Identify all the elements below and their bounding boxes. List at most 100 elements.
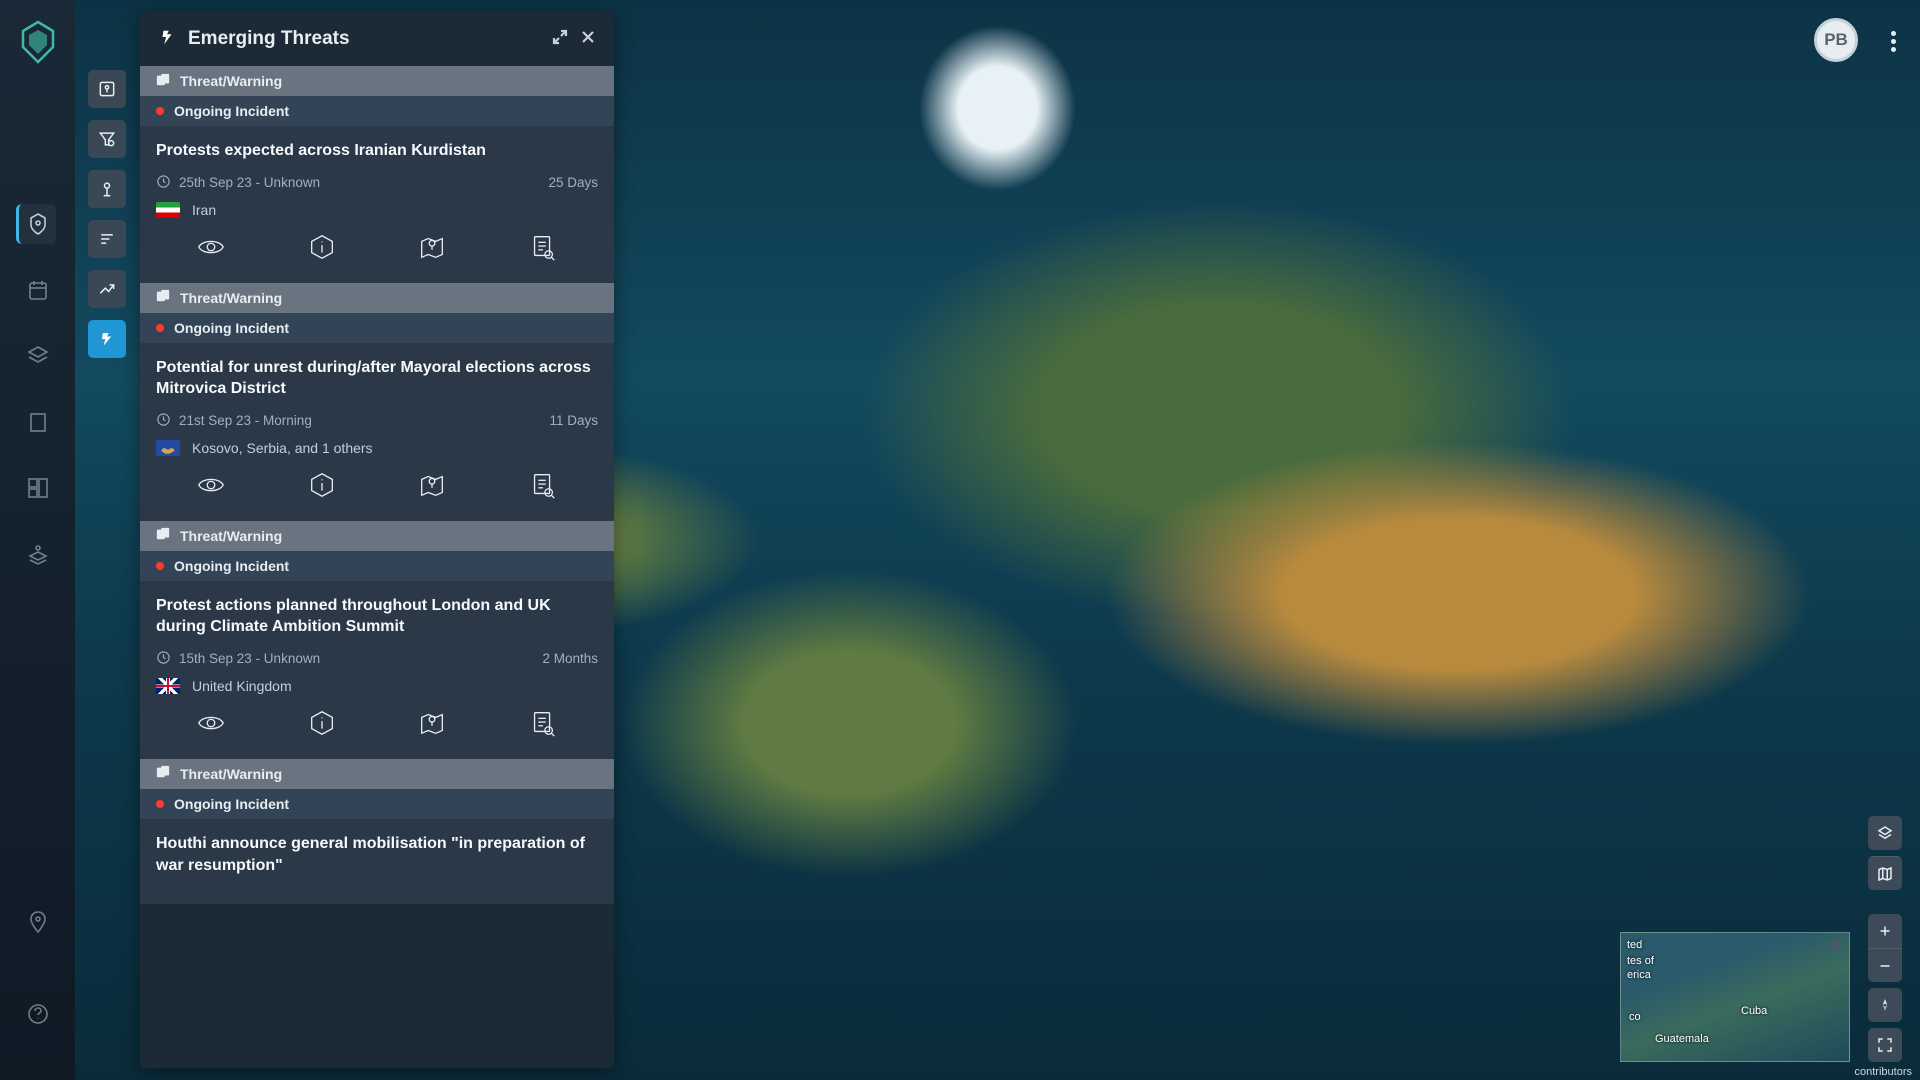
app-logo [20,20,56,64]
threat-actions [156,232,598,267]
tool-marker[interactable] [88,170,126,208]
report-button[interactable] [528,470,558,505]
layers-toggle-button[interactable] [1868,816,1902,850]
threat-status-row[interactable]: Ongoing Incident [140,96,614,126]
threat-title: Protest actions planned throughout Londo… [156,595,598,638]
country-name: Iran [192,202,216,218]
tool-filter[interactable] [88,120,126,158]
info-button[interactable] [307,708,337,743]
basemap-toggle-button[interactable] [1868,856,1902,890]
threat-actions [156,708,598,743]
info-button[interactable] [307,232,337,267]
more-menu-button[interactable] [1891,28,1896,55]
view-button[interactable] [196,470,226,505]
locate-button[interactable] [417,232,447,267]
status-label: Ongoing Incident [174,796,289,812]
threat-status-row[interactable]: Ongoing Incident [140,789,614,819]
nav-geo-layers[interactable] [18,534,58,574]
threat-country: United Kingdom [156,678,598,694]
threat-duration: 2 Months [542,651,598,666]
locate-button[interactable] [417,708,447,743]
expand-button[interactable] [552,29,568,50]
minimap[interactable]: ted tes of erica co Cuba Guatemala [1620,932,1850,1062]
threat-country: Kosovo, Serbia, and 1 others [156,440,598,456]
threat-list[interactable]: Threat/Warning Ongoing Incident Protests… [140,66,614,1068]
minimap-label: erica [1627,969,1651,981]
threat-country: Iran [156,202,598,218]
clock-icon [156,412,171,430]
threat-card[interactable]: Protests expected across Iranian Kurdist… [140,126,614,283]
threat-category-row[interactable]: Threat/Warning [140,66,614,96]
threat-duration: 11 Days [549,413,598,428]
zoom-out-button[interactable] [1868,948,1902,982]
view-button[interactable] [196,708,226,743]
threat-item[interactable]: Threat/Warning Ongoing Incident Protests… [140,66,614,283]
nav-location[interactable] [18,902,58,942]
threat-card[interactable]: Houthi announce general mobilisation "in… [140,819,614,904]
category-icon [156,527,170,544]
zoom-in-button[interactable] [1868,914,1902,948]
category-icon [156,289,170,306]
clock-icon [156,650,171,668]
threat-actions [156,470,598,505]
category-label: Threat/Warning [180,528,282,544]
threat-category-row[interactable]: Threat/Warning [140,521,614,551]
locate-button[interactable] [417,470,447,505]
flag-icon [156,440,180,456]
threat-category-row[interactable]: Threat/Warning [140,759,614,789]
threat-title: Potential for unrest during/after Mayora… [156,357,598,400]
category-icon [156,765,170,782]
minimap-label: co [1629,1011,1641,1023]
threat-category-row[interactable]: Threat/Warning [140,283,614,313]
map-attribution: contributors [1855,1066,1912,1078]
threat-item[interactable]: Threat/Warning Ongoing Incident Potentia… [140,283,614,521]
threat-status-row[interactable]: Ongoing Incident [140,551,614,581]
nav-calendar[interactable] [18,270,58,310]
threat-card[interactable]: Protest actions planned throughout Londo… [140,581,614,759]
threats-panel: Emerging Threats Threat/Warning Ongoing … [140,12,614,1068]
tool-alerts[interactable] [88,320,126,358]
compass-button[interactable] [1868,988,1902,1022]
fullscreen-button[interactable] [1868,1028,1902,1062]
nav-layers[interactable] [18,336,58,376]
status-dot-icon [156,107,164,115]
nav-help[interactable] [18,994,58,1034]
report-button[interactable] [528,232,558,267]
clock-icon [156,174,171,192]
tool-sort[interactable] [88,220,126,258]
threat-date: 15th Sep 23 - Unknown [179,651,320,666]
panel-header: Emerging Threats [140,12,614,66]
category-label: Threat/Warning [180,766,282,782]
nav-dashboard[interactable] [18,468,58,508]
minimap-locate-icon[interactable] [1827,937,1843,956]
threat-item[interactable]: Threat/Warning Ongoing Incident Houthi a… [140,759,614,904]
threat-meta: 15th Sep 23 - Unknown 2 Months [156,650,598,668]
map-controls [1868,914,1902,1062]
category-icon [156,73,170,90]
minimap-label: Cuba [1741,1005,1767,1017]
info-button[interactable] [307,470,337,505]
tool-column [75,70,139,358]
threat-date: 25th Sep 23 - Unknown [179,175,320,190]
status-dot-icon [156,800,164,808]
country-name: Kosovo, Serbia, and 1 others [192,440,373,456]
close-button[interactable] [580,29,596,50]
category-label: Threat/Warning [180,73,282,89]
threat-status-row[interactable]: Ongoing Incident [140,313,614,343]
threat-meta: 21st Sep 23 - Morning 11 Days [156,412,598,430]
threat-item[interactable]: Threat/Warning Ongoing Incident Protest … [140,521,614,759]
view-button[interactable] [196,232,226,267]
minimap-label: tes of [1627,955,1654,967]
country-name: United Kingdom [192,678,292,694]
threat-card[interactable]: Potential for unrest during/after Mayora… [140,343,614,521]
panel-title: Emerging Threats [188,28,540,50]
report-button[interactable] [528,708,558,743]
tool-trend[interactable] [88,270,126,308]
nav-threats[interactable] [16,204,56,244]
user-avatar[interactable]: PB [1814,18,1858,62]
tool-map-select[interactable] [88,70,126,108]
nav-buildings[interactable] [18,402,58,442]
flag-icon [156,202,180,218]
minimap-label: ted [1627,939,1642,951]
flag-icon [156,678,180,694]
